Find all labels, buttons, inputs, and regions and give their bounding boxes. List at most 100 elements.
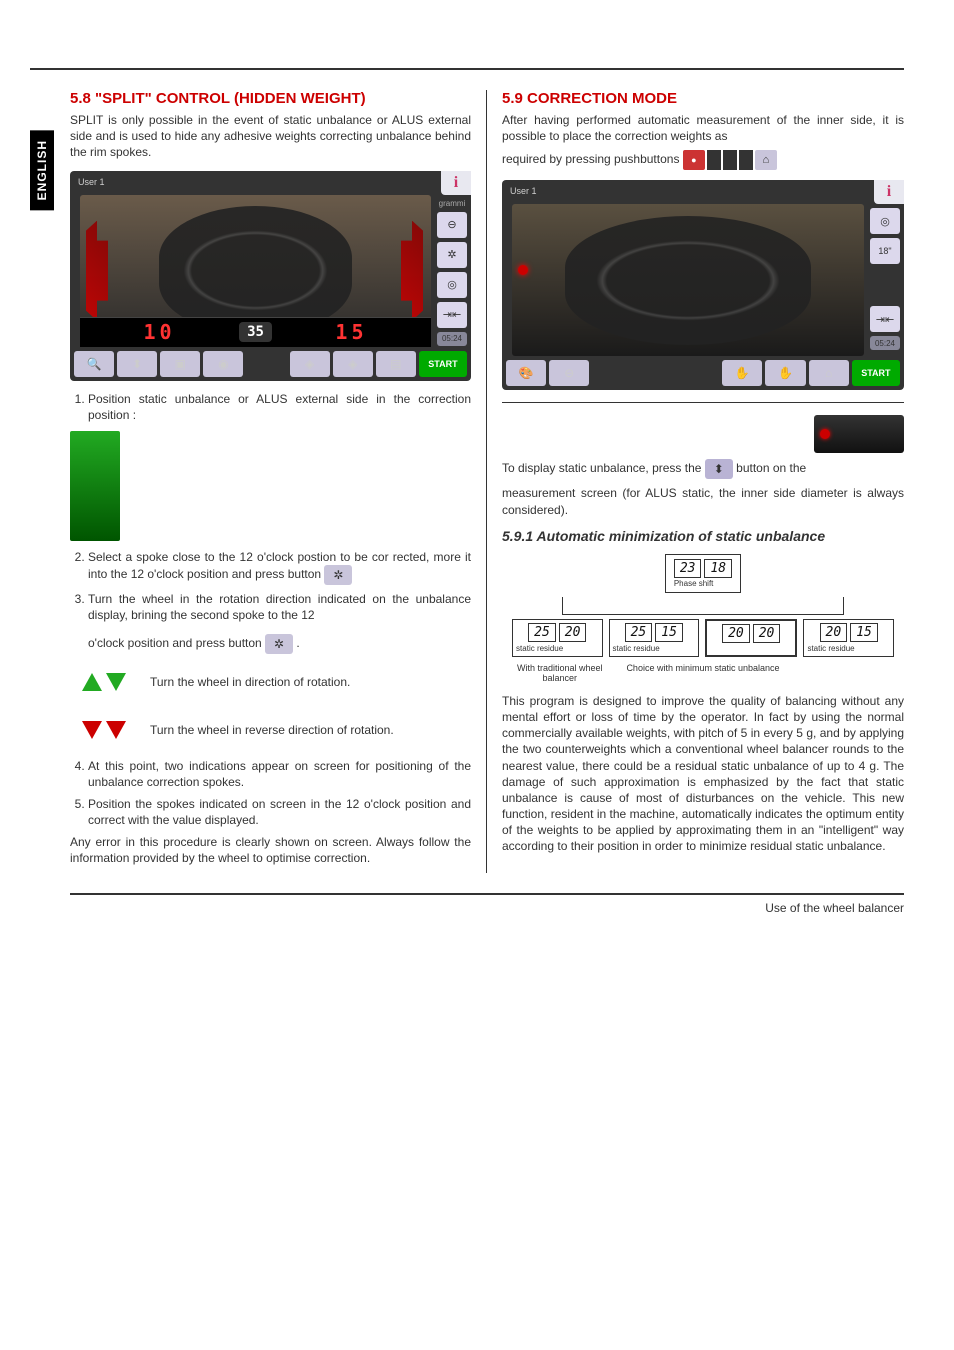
minimization-diagram: 23 18 Phase shift 25 20 static residue 2… (512, 554, 894, 683)
user-label: User 1 (78, 177, 105, 187)
value-mid: 35 (239, 322, 272, 342)
branch-line (562, 597, 844, 615)
target-icon: ◎ (437, 272, 467, 298)
step-2: Select a spoke close to the 12 o'clock p… (88, 549, 471, 585)
value-left: 10 (80, 320, 239, 344)
home-icon-2: ⌂ (809, 360, 849, 386)
wheel-icon-2 (565, 216, 811, 345)
green-arrow-image (70, 431, 120, 541)
step-3-text-b: o'clock position and press button (88, 636, 262, 650)
opt4-label: static residue (807, 644, 889, 653)
split-screen-image: User 1 i grammi ⊖ ✲ ◎ ⇥⇤ 05:24 10 35 15 (70, 171, 471, 381)
screen-sidebar: grammi ⊖ ✲ ◎ ⇥⇤ 05:24 (437, 199, 467, 346)
hand-icon: ✋ (722, 360, 762, 386)
user-label-2: User 1 (510, 186, 537, 196)
split-icon: ⇥⇤ (437, 302, 467, 328)
opt3-v2: 20 (753, 624, 781, 643)
start-button-2: START (852, 360, 900, 386)
opt1-label: static residue (516, 644, 598, 653)
balance-button-icon: ⬍ (705, 459, 733, 479)
spoke-button-icon: ✲ (324, 565, 352, 585)
error-note: Any error in this procedure is clearly s… (70, 834, 471, 866)
content: 5.8 "SPLIT" CONTROL (HIDDEN WEIGHT) SPLI… (70, 90, 904, 873)
unbalance-values: 10 35 15 (80, 317, 431, 347)
clock-label: 05:24 (437, 332, 467, 346)
spoke-button-icon-2: ✲ (265, 634, 293, 654)
diamond-icon: ◈ (290, 351, 330, 377)
step-2-text: Select a spoke close to the 12 o'clock p… (88, 550, 471, 581)
arrow-down-icon (106, 673, 126, 691)
intro2-text: required by pressing pushbuttons (502, 153, 679, 167)
rotation-fwd-text: Turn the wheel in direction of rotation. (150, 675, 350, 689)
language-tab: ENGLISH (30, 130, 54, 210)
top-val-1: 23 (674, 559, 702, 578)
top-val-2: 18 (704, 559, 732, 578)
split-icon-2: ⇥⇤ (870, 306, 900, 332)
red-dot-icon: ● (683, 150, 705, 170)
step-3-text-a: Turn the wheel in the rotation direction… (88, 592, 471, 622)
diagram-top-box: 23 18 Phase shift (665, 554, 741, 593)
opt3-v1: 20 (722, 624, 750, 643)
right-arrows-icon (401, 221, 423, 321)
section-5-8-intro: SPLIT is only possible in the event of s… (70, 112, 471, 161)
correction-screen-image: User 1 i ◎ 18" ⇥⇤ 05:24 🎨 ⊖ ✋ ✋ (502, 180, 904, 390)
red-dot-left-icon (518, 265, 528, 275)
screen-toolbar-2: 🎨 ⊖ ✋ ✋ ⌂ START (506, 360, 900, 386)
left-arrows-icon (86, 221, 108, 321)
weight-icon: ⊖ (437, 212, 467, 238)
instruction-list-2: Select a spoke close to the 12 o'clock p… (88, 549, 471, 654)
opt4-v2: 15 (850, 623, 878, 642)
static-text-2: button on the (736, 462, 806, 476)
option-1: 25 20 static residue (512, 619, 602, 657)
info-icon: i (441, 171, 471, 195)
left-column: 5.8 "SPLIT" CONTROL (HIDDEN WEIGHT) SPLI… (70, 90, 487, 873)
flag-icon: ◈ (333, 351, 373, 377)
opt4-v1: 20 (820, 623, 848, 642)
section-5-9-intro-1: After having performed automatic measure… (502, 112, 904, 144)
arrow-down-red-icon-2 (106, 721, 126, 739)
options-row: 25 20 static residue 25 15 static residu… (512, 619, 894, 657)
info-icon-2: i (874, 180, 904, 204)
target-icon-2: ◎ (870, 208, 900, 234)
section-5-9-1-heading: 5.9.1 Automatic minimization of static u… (502, 528, 904, 544)
instruction-list-3: At this point, two indications appear on… (88, 758, 471, 829)
static-text-1: To display static unbalance, press the (502, 462, 701, 476)
opt2-label: static residue (613, 644, 695, 653)
opt2-v2: 15 (655, 623, 683, 642)
list-icon: ▤ (376, 351, 416, 377)
divider (502, 402, 904, 403)
section-5-9-intro-2: required by pressing pushbuttons ● ⌂ (502, 150, 904, 170)
step-3: Turn the wheel in the rotation direction… (88, 591, 471, 653)
spoke-icon: ✲ (437, 242, 467, 268)
unit-label: grammi (437, 199, 467, 208)
pushbutton-strip: ● ⌂ (683, 150, 777, 170)
instruction-list: Position static unbalance or ALUS extern… (88, 391, 471, 423)
value-right: 15 (272, 320, 431, 344)
section-5-9-1-body: This program is designed to improve the … (502, 693, 904, 855)
balance-icon: ⬍ (117, 351, 157, 377)
page-header (30, 30, 904, 70)
option-2: 25 15 static residue (609, 619, 699, 657)
start-button: START (419, 351, 467, 377)
step-1: Position static unbalance or ALUS extern… (88, 391, 471, 423)
disc-icon: ◉ (203, 351, 243, 377)
screen-sidebar-2: ◎ 18" ⇥⇤ 05:24 (870, 208, 900, 350)
weight-select-icon: ⊖ (549, 360, 589, 386)
rotation-rev-text: Turn the wheel in reverse direction of r… (150, 723, 394, 737)
arrows-fwd (70, 662, 138, 702)
profile-icon: ▣ (160, 351, 200, 377)
right-column: 5.9 CORRECTION MODE After having perform… (487, 90, 904, 873)
option-4: 20 15 static residue (803, 619, 893, 657)
option-3: 20 20 (705, 619, 797, 657)
home-icon: ⌂ (755, 150, 777, 170)
static-line-3: measurement screen (for ALUS static, the… (502, 485, 904, 517)
palette-icon: 🎨 (506, 360, 546, 386)
arrow-up-icon (82, 673, 102, 691)
size-icon: 18" (870, 238, 900, 264)
opt1-v1: 25 (528, 623, 556, 642)
top-label: Phase shift (674, 579, 732, 588)
gauge-closeup-image (814, 415, 904, 453)
section-5-8-heading: 5.8 "SPLIT" CONTROL (HIDDEN WEIGHT) (70, 90, 471, 107)
zoom-icon: 🔍 (74, 351, 114, 377)
caption-traditional: With traditional wheel balancer (512, 663, 607, 683)
